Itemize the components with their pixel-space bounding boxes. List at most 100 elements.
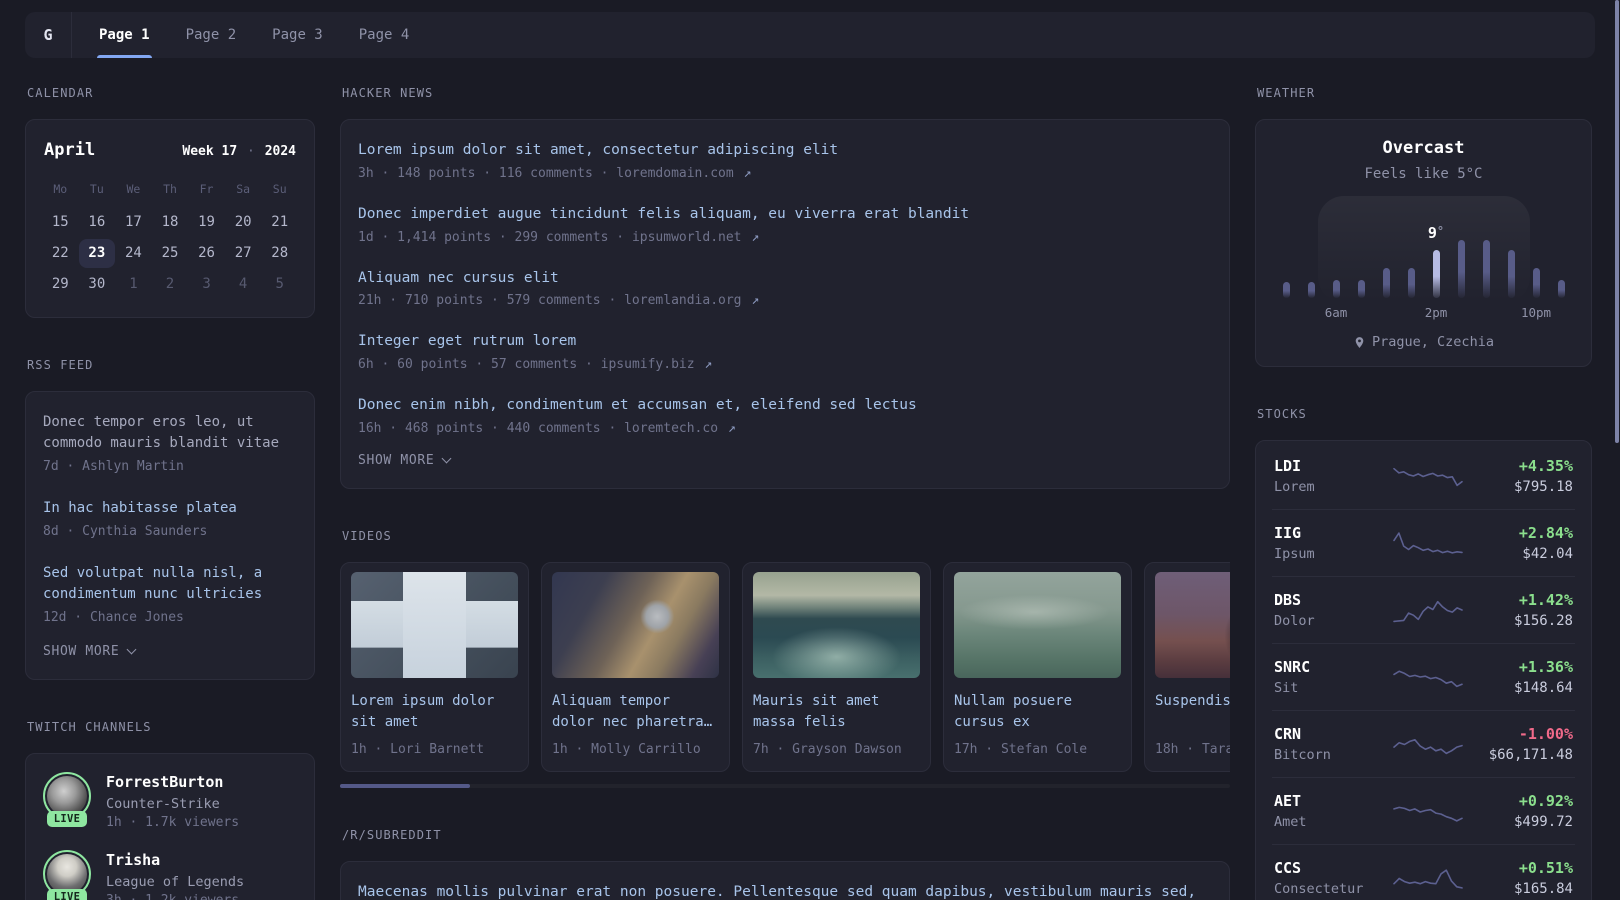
weather-time-tick: 6am bbox=[1324, 305, 1348, 320]
stock-row[interactable]: IIG Ipsum +2.84% $42.04 bbox=[1272, 509, 1575, 576]
stock-price: $165.84 bbox=[1513, 881, 1573, 897]
hn-story-meta-text: 21h · 710 points · 579 comments · bbox=[358, 293, 625, 309]
stock-row[interactable]: CRN Bitcorn -1.00% $66,171.48 bbox=[1272, 710, 1575, 777]
stock-row[interactable]: LDI Lorem +4.35% $795.18 bbox=[1272, 443, 1575, 509]
videos-row: Lorem ipsum dolor sit amet consectetu… 1h… bbox=[340, 561, 1230, 772]
rss-show-more-button[interactable]: SHOW MORE bbox=[43, 644, 137, 659]
stock-row[interactable]: DBS Dolor +1.42% $156.28 bbox=[1272, 576, 1575, 643]
calendar-day: 5 bbox=[275, 276, 284, 292]
tab-page-1[interactable]: Page 1 bbox=[97, 12, 152, 58]
calendar-card: April Week 17 · 2024 Mo Tu We Th Fr Sa Su 15 16 1… bbox=[25, 119, 315, 318]
hn-story-title-link[interactable]: Integer eget rutrum lorem bbox=[358, 331, 1212, 353]
twitch-channel[interactable]: LIVE ForrestBurton Counter-Strike 1h · 1.7k… bbox=[42, 771, 298, 830]
stock-sparkline bbox=[1393, 670, 1463, 688]
rss-item-meta: 12d · Chance Jones bbox=[43, 609, 184, 625]
video-meta: 17h · Stefan Cole bbox=[954, 741, 1088, 757]
subreddit-widget: /R/SUBREDDIT Maecenas mollis pulvinar er… bbox=[340, 828, 1230, 900]
hn-story-title-link[interactable]: Aliquam nec cursus elit bbox=[358, 268, 1212, 290]
stock-ticker: IIG bbox=[1274, 524, 1302, 542]
videos-scrollbar-thumb[interactable] bbox=[340, 783, 470, 788]
stock-name: Sit bbox=[1274, 680, 1299, 696]
calendar-day-selected: 23 bbox=[78, 239, 116, 268]
stock-change: +0.92% bbox=[1518, 792, 1573, 810]
hn-story-domain-link[interactable]: ipsumworld.net bbox=[632, 230, 742, 245]
video-title: Lorem ipsum dolor sit amet consectetu… bbox=[351, 692, 495, 730]
calendar-weekday: Mo bbox=[53, 182, 68, 196]
video-card[interactable]: Aliquam tempor dolor nec pharetra… 1h · M… bbox=[541, 561, 730, 772]
stock-row[interactable]: SNRC Sit +1.36% $148.64 bbox=[1272, 643, 1575, 710]
twitch-channel[interactable]: LIVE Trisha League of Legends 3h · 1.2k vie… bbox=[42, 849, 298, 900]
stock-sparkline bbox=[1393, 467, 1463, 487]
stock-price: $499.72 bbox=[1513, 814, 1573, 830]
video-meta: 7h · Grayson Dawson bbox=[753, 741, 902, 757]
rss-item-title[interactable]: Sed volutpat nulla nisl, a condimentum n… bbox=[43, 563, 297, 605]
hn-story-meta-text: 6h · 60 points · 57 comments · bbox=[358, 357, 601, 372]
stock-ticker: DBS bbox=[1274, 591, 1302, 609]
hn-story-title-link[interactable]: Donec imperdiet augue tincidunt felis al… bbox=[358, 204, 1212, 226]
stock-identity: IIG Ipsum bbox=[1274, 524, 1392, 562]
stock-row[interactable]: AET Amet +0.92% $499.72 bbox=[1272, 777, 1575, 844]
stock-identity: DBS Dolor bbox=[1274, 591, 1392, 629]
rss-item-title[interactable]: In hac habitasse platea bbox=[43, 498, 297, 519]
window-scrollbar[interactable] bbox=[1615, 0, 1619, 443]
stock-change: +2.84% bbox=[1518, 524, 1573, 542]
weather-current-temp: 9° bbox=[1428, 224, 1444, 242]
calendar-weekday: Fr bbox=[199, 182, 214, 196]
hn-story-meta: 1d · 1,414 points · 299 comments · ipsum… bbox=[358, 230, 1212, 245]
stock-sparkline bbox=[1393, 739, 1463, 755]
hn-story-meta: 16h · 468 points · 440 comments · loremt… bbox=[358, 421, 1212, 436]
stock-change: +0.51% bbox=[1518, 859, 1573, 877]
subreddit-post-title-link[interactable]: Maecenas mollis pulvinar erat non posuer… bbox=[358, 882, 1212, 900]
video-card[interactable]: Suspendisse diam 18h · Tara bbox=[1144, 561, 1230, 772]
calendar-day: 29 bbox=[51, 276, 69, 292]
tab-page-4[interactable]: Page 4 bbox=[359, 12, 410, 58]
hn-story: Integer eget rutrum lorem 6h · 60 points … bbox=[358, 331, 1212, 372]
stock-name: Dolor bbox=[1274, 613, 1315, 629]
stock-values: +1.42% $156.28 bbox=[1514, 591, 1573, 629]
app-logo[interactable]: G bbox=[25, 12, 72, 58]
calendar-day: 19 bbox=[198, 214, 215, 230]
stock-ticker: AET bbox=[1274, 792, 1302, 810]
weather-time-tick: 2pm bbox=[1424, 305, 1448, 320]
video-card[interactable]: Mauris sit amet massa felis 7h · Grayson … bbox=[742, 561, 931, 772]
hn-story-domain-link[interactable]: loremlandia.org bbox=[624, 293, 741, 308]
video-card[interactable]: Nullam posuere cursus ex 17h · Stefan Col… bbox=[943, 561, 1132, 772]
rss-list: Donec tempor eros leo, ut commodo mauris… bbox=[43, 412, 297, 628]
hn-story-title-link[interactable]: Donec enim nibh, condimentum et accumsan… bbox=[358, 395, 1212, 417]
videos-widget: VIDEOS Lorem ipsum dolor sit amet consec… bbox=[340, 529, 1230, 788]
stock-row[interactable]: CCS Consectetur +0.51% $165.84 bbox=[1272, 844, 1575, 900]
hn-story-meta-text: 3h · 148 points · 116 comments · bbox=[358, 165, 617, 181]
video-meta: 18h · Tara bbox=[1155, 741, 1230, 757]
hn-story-title-link[interactable]: Lorem ipsum dolor sit amet, consectetur … bbox=[358, 140, 1212, 162]
weather-bar bbox=[1282, 282, 1290, 298]
tab-page-2[interactable]: Page 2 bbox=[186, 12, 237, 58]
hn-story-domain-link[interactable]: loremtech.co bbox=[624, 421, 718, 436]
channel-meta: 3h · 1.2k viewers bbox=[106, 893, 244, 900]
weather-location[interactable]: Prague, Czechia bbox=[1272, 334, 1575, 350]
channel-name: Trisha bbox=[106, 850, 161, 869]
hn-story-domain-link[interactable]: loremdomain.com bbox=[616, 166, 733, 181]
content: CALENDAR April Week 17 · 2024 Mo Tu We Th Fr… bbox=[0, 58, 1620, 900]
tab-page-3[interactable]: Page 3 bbox=[272, 12, 323, 58]
hn-story-domain-link[interactable]: ipsumify.biz bbox=[601, 357, 695, 372]
stock-identity: LDI Lorem bbox=[1274, 457, 1392, 495]
stocks-widget: STOCKS LDI Lorem +4.35% $795.18 IIG Ipsum +2.8… bbox=[1255, 407, 1592, 900]
video-card[interactable]: Lorem ipsum dolor sit amet consectetu… 1h… bbox=[340, 561, 529, 772]
weather-bar bbox=[1482, 240, 1490, 298]
live-badge: LIVE bbox=[46, 888, 88, 900]
stock-price: $42.04 bbox=[1522, 546, 1573, 562]
misty-field-thumbnail bbox=[1155, 571, 1230, 678]
rss-item: Sed volutpat nulla nisl, a condimentum n… bbox=[43, 563, 297, 628]
weather-bar bbox=[1357, 280, 1365, 298]
weather-temp-degree: ° bbox=[1436, 224, 1445, 238]
stock-change: +1.42% bbox=[1518, 591, 1573, 609]
right-column: WEATHER Overcast Feels like 5°C 9° 6am 2pm… bbox=[1255, 86, 1592, 900]
avatar: LIVE bbox=[42, 771, 92, 830]
rss-item-title[interactable]: Donec tempor eros leo, ut commodo mauris… bbox=[43, 412, 297, 454]
stock-change: +4.35% bbox=[1518, 457, 1573, 475]
videos-scrollbar-track[interactable] bbox=[340, 783, 1230, 788]
external-link-icon: ↗ bbox=[743, 293, 760, 309]
hackernews-show-more-button[interactable]: SHOW MORE bbox=[358, 453, 452, 468]
stock-identity: AET Amet bbox=[1274, 792, 1392, 830]
hackernews-card: Lorem ipsum dolor sit amet, consectetur … bbox=[340, 119, 1230, 489]
